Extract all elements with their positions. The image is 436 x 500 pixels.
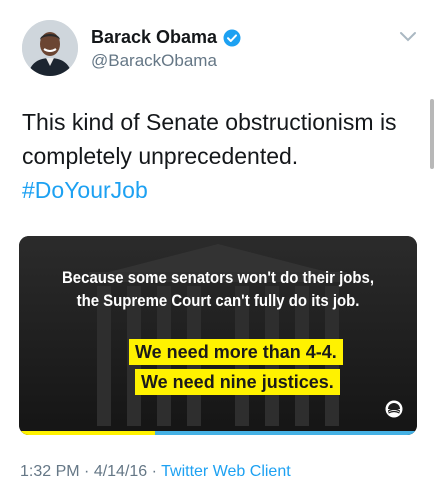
author-handle[interactable]: @BarackObama xyxy=(91,51,217,71)
media-line2: the Supreme Court can't fully do its job… xyxy=(76,291,360,310)
author-name-row[interactable]: Barack Obama xyxy=(91,27,241,48)
tweet-text: This kind of Senate obstructionism is co… xyxy=(22,105,422,207)
tweet-date[interactable]: 4/14/16 xyxy=(94,463,147,480)
meta-separator: · xyxy=(79,463,94,480)
meta-separator: · xyxy=(147,463,162,480)
media-line1: Because some senators won't do their job… xyxy=(62,268,374,287)
media-text: Because some senators won't do their job… xyxy=(43,266,393,312)
tweet-text-line2: completely unprecedented. xyxy=(22,143,299,169)
avatar[interactable] xyxy=(22,20,78,76)
media-highlight2: We need nine justices. xyxy=(135,369,340,395)
tweet-meta: 1:32 PM · 4/14/16 · Twitter Web Client xyxy=(20,463,291,481)
hashtag-link[interactable]: #DoYourJob xyxy=(22,173,422,207)
tweet-card: Barack Obama @BarackObama This kind of S… xyxy=(0,0,436,500)
media-bar-yellow xyxy=(19,431,155,435)
avatar-image xyxy=(22,20,78,76)
verified-badge-icon xyxy=(223,29,241,47)
tweet-time[interactable]: 1:32 PM xyxy=(20,463,80,480)
tweet-media-image[interactable]: Because some senators won't do their job… xyxy=(19,236,417,435)
tweet-text-line1: This kind of Senate obstructionism is xyxy=(22,109,397,135)
client-link[interactable]: Twitter Web Client xyxy=(161,463,291,480)
chevron-down-icon[interactable] xyxy=(398,30,418,44)
media-highlight1: We need more than 4-4. xyxy=(129,339,343,365)
media-bar-blue xyxy=(155,431,417,435)
obama-logo-icon xyxy=(385,400,403,418)
author-name[interactable]: Barack Obama xyxy=(91,27,217,48)
scrollbar[interactable] xyxy=(430,99,434,169)
